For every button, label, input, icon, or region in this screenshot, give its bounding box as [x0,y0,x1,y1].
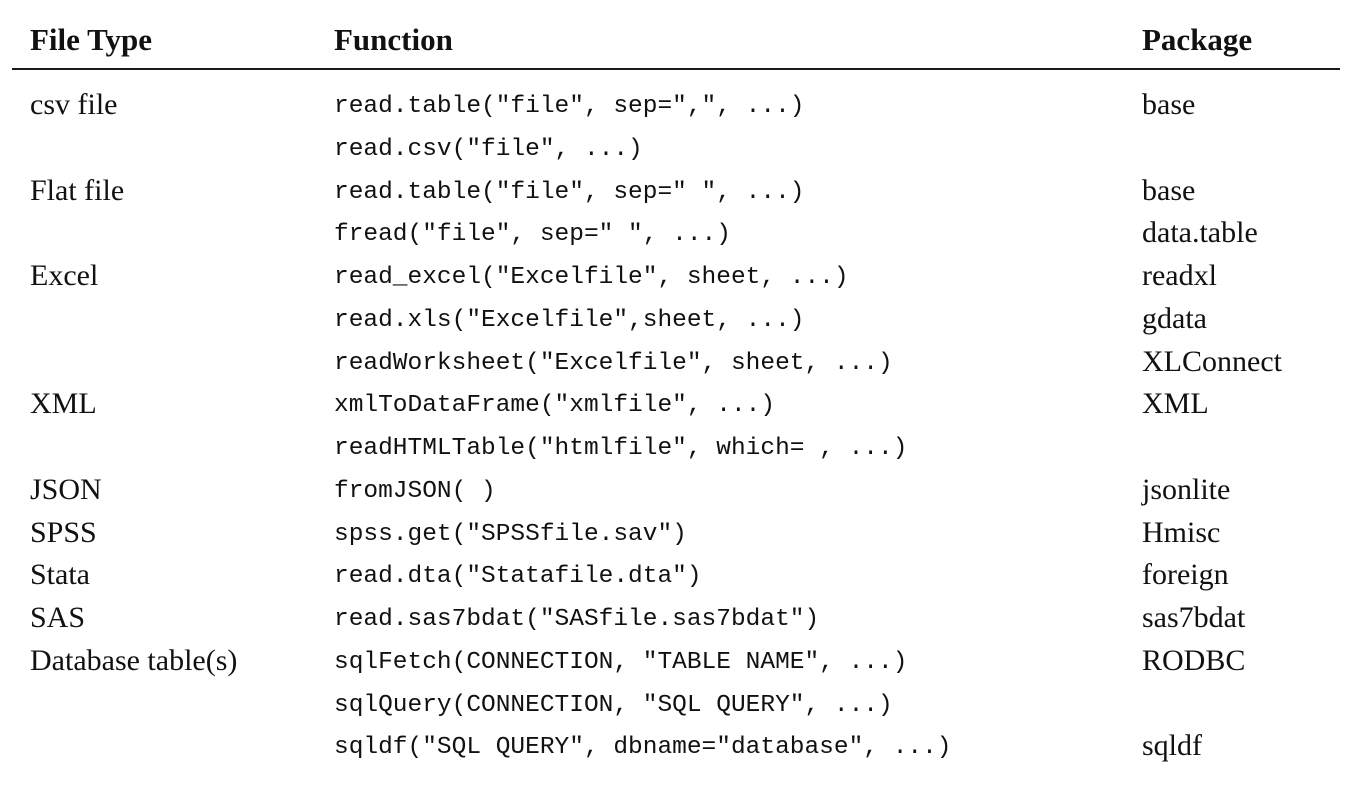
cell-file-type: csv file [30,88,118,121]
table-body: csv file read.table("file", sep=",", ...… [12,70,1340,770]
cell-function: read.table("file", sep=" ", ...) [334,178,805,206]
header-function: Function [334,22,453,57]
table-row: read.csv("file", ...) [12,129,1340,172]
cell-package: base [1142,173,1196,207]
cell-function: sqlQuery(CONNECTION, "SQL QUERY", ...) [334,691,893,719]
cell-package: XLConnect [1142,344,1282,378]
table-row: JSON fromJSON( ) jsonlite [12,471,1340,514]
table-row: csv file read.table("file", sep=",", ...… [12,86,1340,129]
header-file-type: File Type [30,22,152,57]
table-row: SPSS spss.get("SPSSfile.sav") Hmisc [12,514,1340,557]
cell-function: read.sas7bdat("SASfile.sas7bdat") [334,606,820,633]
cell-file-type: XML [30,387,97,421]
table-row: Stata read.dta("Statafile.dta") foreign [12,556,1340,599]
table-row: sqlQuery(CONNECTION, "SQL QUERY", ...) [12,685,1340,728]
cell-file-type: Database table(s) [30,643,238,677]
header-package: Package [1142,22,1253,57]
cell-function: read.xls("Excelfile",sheet, ...) [334,306,805,334]
cell-package: data.table [1142,216,1258,250]
cell-package: sas7bdat [1142,601,1246,634]
cell-file-type: Stata [30,558,90,592]
cell-package: foreign [1142,558,1229,592]
cell-package: readxl [1142,259,1217,292]
file-import-table: File Type Function Package csv file read… [12,18,1340,770]
cell-function: read.table("file", sep=",", ...) [334,93,805,120]
cell-function: readWorksheet("Excelfile", sheet, ...) [334,349,893,377]
table-row: SAS read.sas7bdat("SASfile.sas7bdat") sa… [12,599,1340,642]
cell-function: readHTMLTable("htmlfile", which= , ...) [334,435,908,462]
table-row: Excel read_excel("Excelfile", sheet, ...… [12,257,1340,300]
cell-function: sqldf("SQL QUERY", dbname="database", ..… [334,734,952,762]
cell-package: sqldf [1142,729,1202,763]
table-row: Flat file read.table("file", sep=" ", ..… [12,172,1340,215]
cell-file-type: Excel [30,259,99,292]
cell-package: base [1142,88,1196,121]
cell-package: RODBC [1142,643,1246,677]
table-row: Database table(s) sqlFetch(CONNECTION, "… [12,642,1340,685]
cell-package: Hmisc [1142,515,1221,549]
table-row: sqldf("SQL QUERY", dbname="database", ..… [12,727,1340,770]
cell-file-type: SAS [30,601,86,634]
cell-function: fromJSON( ) [334,477,496,505]
cell-package: gdata [1142,301,1207,335]
cell-package: XML [1142,387,1209,421]
cell-function: read.csv("file", ...) [334,135,643,163]
cell-function: read.dta("Statafile.dta") [334,563,702,591]
cell-package: jsonlite [1142,472,1231,506]
cell-file-type: JSON [30,472,102,506]
table-row: read.xls("Excelfile",sheet, ...) gdata [12,300,1340,343]
cell-function: xmlToDataFrame("xmlfile", ...) [334,392,776,420]
table-row: XML xmlToDataFrame("xmlfile", ...) XML [12,385,1340,428]
table-row: readHTMLTable("htmlfile", which= , ...) [12,428,1340,471]
cell-function: fread("file", sep=" ", ...) [334,221,731,249]
cell-file-type: SPSS [30,515,97,549]
table-row: readWorksheet("Excelfile", sheet, ...) X… [12,343,1340,386]
table-row: fread("file", sep=" ", ...) data.table [12,214,1340,257]
cell-function: read_excel("Excelfile", sheet, ...) [334,264,849,291]
cell-function: spss.get("SPSSfile.sav") [334,520,687,548]
table-header-row: File Type Function Package [12,18,1340,70]
cell-file-type: Flat file [30,173,125,207]
cell-function: sqlFetch(CONNECTION, "TABLE NAME", ...) [334,648,908,676]
